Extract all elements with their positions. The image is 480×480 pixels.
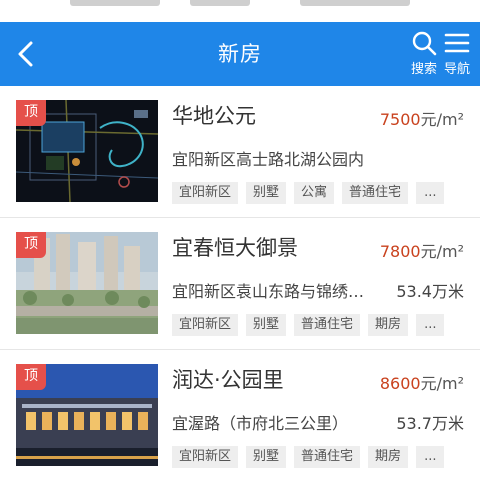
price-unit: 元/m² — [420, 110, 464, 129]
tag: 期房 — [368, 314, 409, 336]
search-icon — [412, 31, 437, 56]
menu-icon — [444, 33, 470, 53]
status-bar — [0, 0, 480, 22]
status-bar-fragment — [300, 0, 410, 6]
tag: 别墅 — [246, 182, 287, 204]
listing-tags: 宜阳新区 别墅 公寓 普通住宅 ... — [172, 182, 445, 204]
listing-price: 7800元/m² — [380, 238, 464, 262]
price-value: 7500 — [379, 110, 421, 129]
tag: 普通住宅 — [294, 446, 361, 468]
listing-total: 53.7万米 — [396, 414, 464, 433]
nav-label: 导航 — [443, 62, 470, 77]
tag: 宜阳新区 — [172, 314, 239, 336]
listing-tags: 宜阳新区 别墅 普通住宅 期房 ... — [172, 314, 445, 336]
tag: 公寓 — [294, 182, 335, 204]
listing-thumbnail: 顶 — [16, 364, 158, 466]
tag-more: ... — [416, 182, 445, 204]
tag: 别墅 — [246, 446, 287, 468]
listing-name: 润达·公园里 — [172, 368, 284, 392]
tag: 宜阳新区 — [172, 182, 239, 204]
listing-price: 7500元/m² — [380, 106, 464, 130]
tag: 宜阳新区 — [172, 446, 239, 468]
list-item[interactable]: 顶 宜春恒大御景 7800元/m² 宜阳新区袁山东路与锦绣… 53.4万米 宜阳… — [0, 218, 480, 350]
back-button[interactable] — [6, 32, 46, 76]
listing-thumbnail: 顶 — [16, 100, 158, 202]
listing-address: 宜阳新区高士路北湖公园内 — [172, 150, 365, 169]
listing-tags: 宜阳新区 别墅 普通住宅 期房 ... — [172, 446, 445, 468]
price-unit: 元/m² — [420, 374, 464, 393]
listing-thumbnail: 顶 — [16, 232, 158, 334]
listing-name: 华地公元 — [172, 104, 256, 128]
listing-address: 宜渥路（市府北三公里） — [172, 414, 349, 433]
top-badge: 顶 — [16, 364, 46, 390]
list-item[interactable]: 顶 华地公元 7500元/m² 宜阳新区高士路北湖公园内 宜阳新区 别墅 公寓 … — [0, 86, 480, 218]
tag-more: ... — [416, 446, 445, 468]
app-bar: 新房 搜索 导航 — [0, 22, 480, 86]
tag: 普通住宅 — [294, 314, 361, 336]
tag-more: ... — [416, 314, 445, 336]
price-value: 7800 — [379, 242, 421, 261]
tag: 别墅 — [246, 314, 287, 336]
top-badge: 顶 — [16, 232, 46, 258]
list-item[interactable]: 顶 润达·公园里 8600元/m² 宜渥路（市府北三公里） 53.7万米 宜阳新… — [0, 350, 480, 480]
listing-price: 8600元/m² — [380, 370, 464, 394]
listing-total: 53.4万米 — [396, 282, 464, 301]
price-value: 8600 — [379, 374, 421, 393]
listing-address: 宜阳新区袁山东路与锦绣… — [172, 282, 365, 301]
nav-menu-button[interactable]: 导航 — [437, 30, 477, 82]
status-bar-fragment — [70, 0, 160, 6]
top-badge: 顶 — [16, 100, 46, 126]
price-unit: 元/m² — [420, 242, 464, 261]
listing-name: 宜春恒大御景 — [172, 236, 298, 260]
tag: 普通住宅 — [342, 182, 409, 204]
status-bar-fragment — [190, 0, 250, 6]
back-arrow-icon — [18, 41, 33, 67]
tag: 期房 — [368, 446, 409, 468]
